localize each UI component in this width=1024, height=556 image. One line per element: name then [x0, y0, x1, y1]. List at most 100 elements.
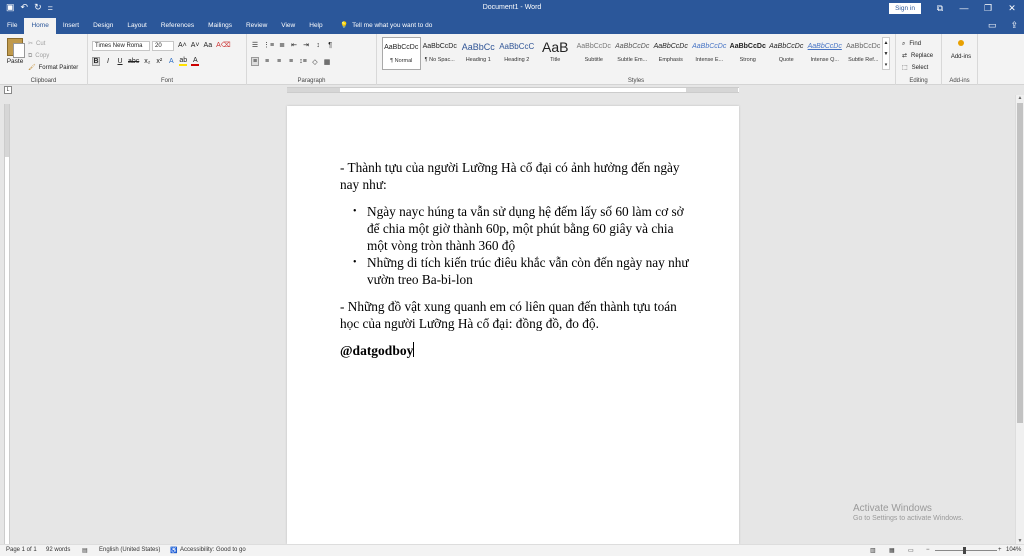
- vertical-scrollbar[interactable]: ▲ ▼: [1015, 95, 1024, 544]
- align-center-icon[interactable]: ≡: [263, 58, 271, 65]
- line-spacing-icon[interactable]: ↕≡: [299, 58, 307, 65]
- highlight-icon[interactable]: ab: [179, 57, 188, 66]
- scroll-up-icon[interactable]: ▲: [1016, 95, 1024, 101]
- style-name: Title: [550, 57, 561, 63]
- page-count[interactable]: Page 1 of 1: [6, 547, 37, 553]
- strikethrough-icon[interactable]: abc: [128, 58, 139, 65]
- addins-button[interactable]: Add-ins: [946, 38, 976, 60]
- multilevel-list-icon[interactable]: ≣: [278, 41, 286, 49]
- share-icon[interactable]: ⇪: [1010, 20, 1018, 31]
- style-no-spacing[interactable]: AaBbCcDc ¶ No Spac...: [421, 37, 460, 70]
- copy-button[interactable]: ⧉ Copy: [28, 50, 78, 62]
- font-name-select[interactable]: Times New Roma: [92, 41, 150, 51]
- style-preview: AaBbCcDc: [692, 43, 727, 50]
- clear-formatting-icon[interactable]: A⌫: [216, 41, 231, 49]
- subscript-icon[interactable]: x₂: [143, 58, 151, 65]
- increase-indent-icon[interactable]: ⇥: [302, 41, 310, 49]
- document-body[interactable]: - Thành tựu của người Lưỡng Hà cổ đại có…: [340, 159, 690, 359]
- style-heading-2[interactable]: AaBbCcC Heading 2: [498, 37, 537, 70]
- style-strong[interactable]: AaBbCcDc Strong: [729, 37, 768, 70]
- superscript-icon[interactable]: x²: [155, 58, 163, 65]
- style-subtle-reference[interactable]: AaBbCcDc Subtle Ref...: [844, 37, 883, 70]
- style-intense-emphasis[interactable]: AaBbCcDc Intense E...: [690, 37, 729, 70]
- language-status[interactable]: English (United States): [99, 547, 160, 553]
- tab-home[interactable]: Home: [24, 18, 56, 34]
- close-icon[interactable]: ✕: [1000, 0, 1024, 18]
- tab-selector[interactable]: L: [4, 86, 12, 94]
- format-painter-button[interactable]: 🖌 Format Painter: [28, 62, 78, 74]
- align-right-icon[interactable]: ≡: [275, 58, 283, 65]
- style-name: Quote: [778, 57, 794, 63]
- tell-me-box[interactable]: 💡 Tell me what you want to do: [340, 18, 432, 34]
- style-subtle-emphasis[interactable]: AaBbCcDc Subtle Em...: [613, 37, 652, 70]
- vertical-ruler[interactable]: [4, 104, 10, 544]
- change-case-icon[interactable]: Aa: [204, 42, 213, 49]
- comments-icon[interactable]: ▭: [988, 20, 997, 31]
- cut-button[interactable]: ✂ Cut: [28, 38, 78, 50]
- find-button[interactable]: ⌕ Find: [902, 38, 933, 50]
- tab-insert[interactable]: Insert: [56, 18, 86, 34]
- accessibility-status[interactable]: Accessibility: Good to go: [180, 547, 246, 553]
- tab-references[interactable]: References: [154, 18, 201, 34]
- style-subtitle[interactable]: AaBbCcDc Subtitle: [575, 37, 614, 70]
- style-preview: AaBbCcDc: [615, 43, 650, 50]
- numbering-icon[interactable]: ⋮≡: [263, 41, 274, 49]
- watermark-subtitle: Go to Settings to activate Windows.: [853, 515, 964, 522]
- bold-icon[interactable]: B: [92, 57, 100, 66]
- zoom-in-icon[interactable]: +: [998, 547, 1002, 553]
- zoom-out-icon[interactable]: −: [926, 547, 930, 553]
- font-size-select[interactable]: 20: [152, 41, 174, 51]
- underline-icon[interactable]: U: [116, 58, 124, 65]
- ribbon-display-icon[interactable]: ⧉: [928, 0, 952, 18]
- restore-icon[interactable]: ❐: [976, 0, 1000, 18]
- style-normal[interactable]: AaBbCcDc ¶ Normal: [382, 37, 421, 70]
- borders-icon[interactable]: ▦: [323, 58, 331, 66]
- grow-font-icon[interactable]: A˄: [178, 42, 187, 49]
- decrease-indent-icon[interactable]: ⇤: [290, 41, 298, 49]
- print-layout-icon[interactable]: ▦: [889, 547, 895, 554]
- scroll-thumb[interactable]: [1017, 103, 1023, 423]
- tab-help[interactable]: Help: [302, 18, 329, 34]
- style-heading-1[interactable]: AaBbCc Heading 1: [459, 37, 498, 70]
- style-title[interactable]: AaB Title: [536, 37, 575, 70]
- tab-file[interactable]: File: [0, 18, 24, 34]
- styles-more-button[interactable]: ▲ ▼ ▾: [882, 37, 890, 70]
- read-mode-icon[interactable]: ▥: [870, 547, 876, 554]
- minimize-icon[interactable]: —: [952, 0, 976, 18]
- style-emphasis[interactable]: AaBbCcDc Emphasis: [652, 37, 691, 70]
- justify-icon[interactable]: ≡: [287, 58, 295, 65]
- shrink-font-icon[interactable]: A˅: [191, 42, 200, 49]
- tab-mailings[interactable]: Mailings: [201, 18, 239, 34]
- word-count[interactable]: 92 words: [46, 547, 70, 553]
- style-preview: AaBbCcDc: [729, 43, 766, 50]
- align-left-icon[interactable]: ≡: [251, 57, 259, 66]
- replace-icon: ⇄: [902, 53, 908, 59]
- style-preview: AaBbCcDc: [422, 43, 457, 50]
- tab-review[interactable]: Review: [239, 18, 274, 34]
- style-name: ¶ No Spac...: [424, 57, 455, 63]
- sort-icon[interactable]: ↕: [314, 42, 322, 49]
- shading-icon[interactable]: ◇: [311, 58, 319, 66]
- tell-me-text: Tell me what you want to do: [352, 22, 433, 29]
- tab-view[interactable]: View: [274, 18, 302, 34]
- bullets-icon[interactable]: ☰: [251, 41, 259, 49]
- tab-layout[interactable]: Layout: [120, 18, 154, 34]
- style-quote[interactable]: AaBbCcDc Quote: [767, 37, 806, 70]
- tab-design[interactable]: Design: [86, 18, 120, 34]
- font-color-icon[interactable]: A: [191, 57, 200, 66]
- web-layout-icon[interactable]: ▭: [908, 547, 914, 554]
- proofing-icon[interactable]: ▤: [82, 547, 88, 554]
- italic-icon[interactable]: I: [104, 58, 112, 65]
- select-button[interactable]: ⬚ Select: [902, 62, 933, 74]
- sign-in-button[interactable]: Sign in: [889, 3, 921, 14]
- text-effects-icon[interactable]: A: [167, 58, 175, 65]
- style-intense-quote[interactable]: AaBbCcDc Intense Q...: [806, 37, 845, 70]
- horizontal-ruler[interactable]: [287, 87, 739, 93]
- show-marks-icon[interactable]: ¶: [326, 42, 334, 49]
- zoom-level[interactable]: 104%: [1006, 547, 1021, 553]
- replace-button[interactable]: ⇄ Replace: [902, 50, 933, 62]
- zoom-slider[interactable]: [935, 550, 997, 551]
- zoom-slider-knob[interactable]: [963, 547, 966, 554]
- document-page[interactable]: - Thành tựu của người Lưỡng Hà cổ đại có…: [287, 106, 739, 544]
- paste-button[interactable]: Paste: [4, 38, 26, 65]
